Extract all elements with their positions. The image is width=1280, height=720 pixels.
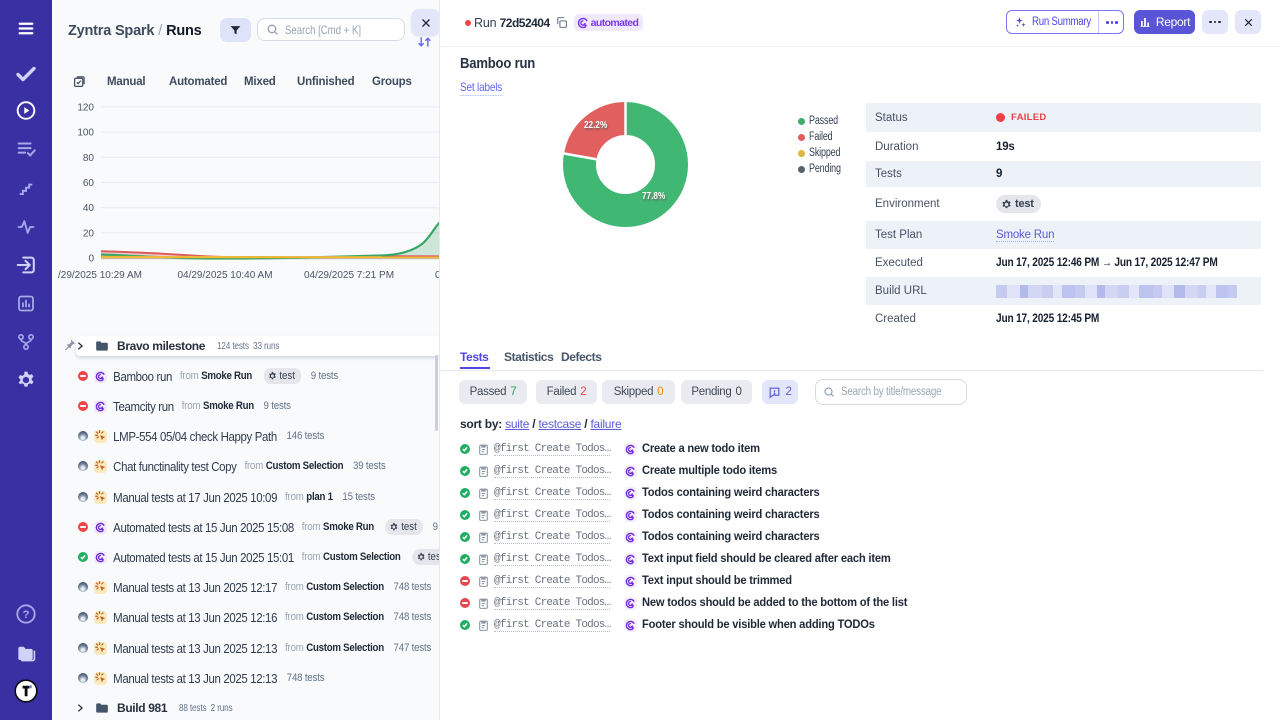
- svg-text:40: 40: [83, 203, 95, 214]
- svg-text:80: 80: [83, 153, 95, 164]
- svg-text:?: ?: [23, 609, 30, 621]
- svg-text:04/29/2025 10:40 AM: 04/29/2025 10:40 AM: [177, 270, 272, 281]
- svg-text:/29/2025 10:29 AM: /29/2025 10:29 AM: [58, 270, 142, 281]
- svg-text:0: 0: [88, 254, 94, 265]
- svg-text:04/29: 04/29: [435, 270, 440, 281]
- svg-text:04/29/2025 7:21 PM: 04/29/2025 7:21 PM: [304, 270, 394, 281]
- svg-text:20: 20: [83, 228, 95, 239]
- svg-text:60: 60: [83, 178, 95, 189]
- svg-text:120: 120: [77, 102, 94, 113]
- svg-text:100: 100: [77, 128, 94, 139]
